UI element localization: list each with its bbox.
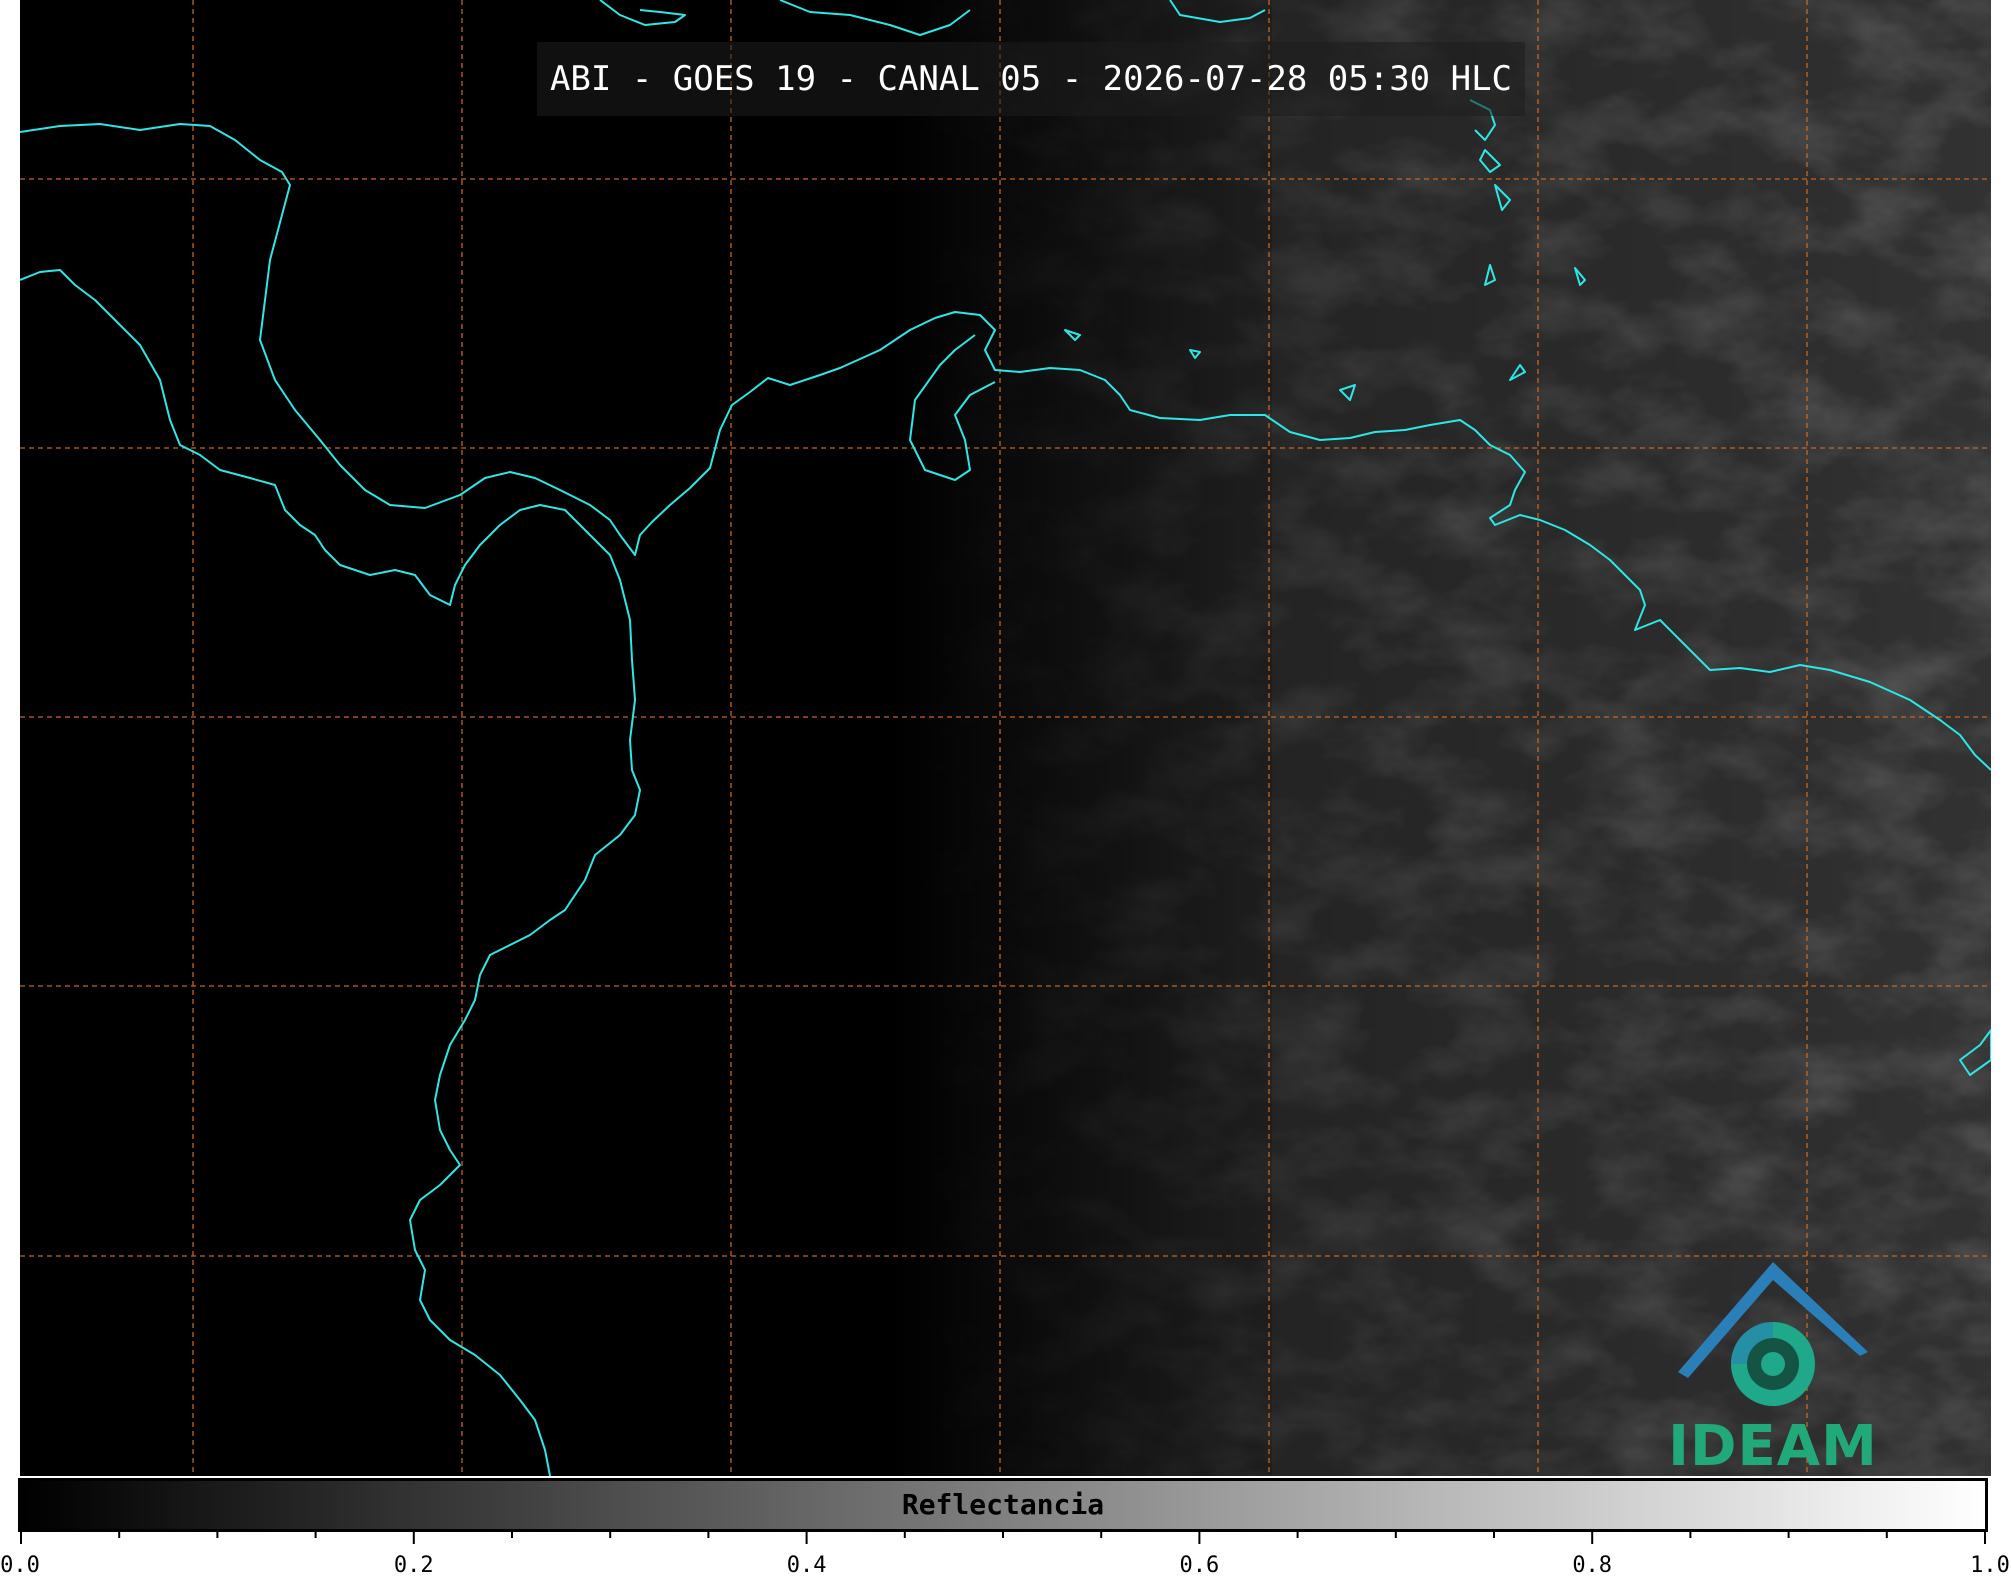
map-title: ABI - GOES 19 - CANAL 05 - 2026-07-28 05…	[549, 59, 1513, 99]
colorbar-tick-label: 0.4	[786, 1553, 827, 1578]
colorbar-tick-label: 1.0	[1970, 1553, 2010, 1578]
colorbar-tick-label: 0.8	[1572, 1553, 1613, 1578]
colorbar-tick-label: 0.6	[1179, 1553, 1220, 1578]
colorbar-label: Reflectancia	[901, 1488, 1105, 1521]
colorbar-tick-label: 0.0	[0, 1553, 40, 1578]
colorbar-ticks	[20, 1530, 1986, 1544]
colorbar-tick-label: 0.2	[393, 1553, 434, 1578]
logo-text: IDEAM	[1668, 1414, 1878, 1479]
